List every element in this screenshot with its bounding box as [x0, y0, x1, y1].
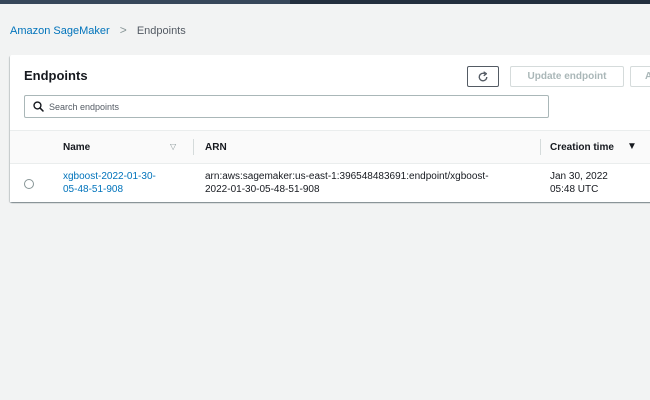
- sort-descending-icon[interactable]: ▼: [627, 141, 637, 152]
- search-icon: [33, 101, 44, 112]
- search-box: [24, 95, 549, 118]
- creation-time: 05:48 UTC: [550, 184, 599, 195]
- panel-title: Endpoints: [24, 68, 88, 83]
- row-select-radio[interactable]: [24, 179, 34, 189]
- column-divider[interactable]: [193, 139, 194, 155]
- endpoint-creation-time: Jan 30, 2022 05:48 UTC: [550, 170, 650, 196]
- column-divider[interactable]: [540, 139, 541, 155]
- table-header: Name ▽ ARN Creation time ▼: [10, 130, 650, 164]
- endpoint-name-line[interactable]: xgboost-2022-01-30-: [63, 170, 183, 183]
- top-navigation-segment: [0, 0, 290, 4]
- endpoint-name-link[interactable]: xgboost-2022-01-30- 05-48-51-908: [63, 170, 183, 196]
- creation-date: Jan 30, 2022: [550, 171, 608, 182]
- endpoint-arn: arn:aws:sagemaker:us-east-1:396548483691…: [205, 170, 535, 196]
- endpoint-arn-line: 2022-01-30-05-48-51-908: [205, 184, 320, 195]
- refresh-icon: [478, 70, 488, 81]
- breadcrumb-current: Endpoints: [136, 25, 186, 37]
- endpoint-arn-line: arn:aws:sagemaker:us-east-1:396548483691…: [205, 171, 489, 182]
- column-header-arn[interactable]: ARN: [205, 131, 535, 163]
- actions-button[interactable]: A: [630, 66, 650, 87]
- update-endpoint-button[interactable]: Update endpoint: [510, 66, 624, 87]
- table-row[interactable]: xgboost-2022-01-30- 05-48-51-908 arn:aws…: [10, 164, 650, 202]
- breadcrumb-sagemaker-link[interactable]: Amazon SageMaker: [10, 25, 110, 37]
- endpoints-panel: Endpoints Update endpoint A Name ▽ ARN C…: [10, 55, 650, 202]
- search-input[interactable]: [49, 98, 539, 115]
- endpoint-name-line[interactable]: 05-48-51-908: [63, 183, 183, 196]
- refresh-button[interactable]: [467, 66, 499, 87]
- sort-caret-name-icon[interactable]: ▽: [170, 142, 176, 151]
- top-navigation-bar: [0, 0, 650, 4]
- breadcrumb: Amazon SageMaker > Endpoints: [10, 23, 186, 38]
- breadcrumb-separator-icon: >: [119, 23, 127, 37]
